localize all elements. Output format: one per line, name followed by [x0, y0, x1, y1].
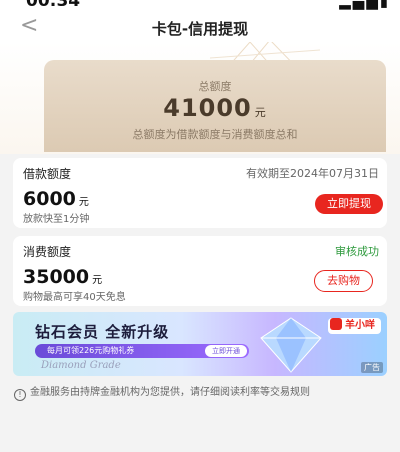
diamond-icon [260, 317, 322, 373]
footer-disclaimer: ! 金融服务由持牌金融机构为您提供，请仔细阅读利率等交易规则 [14, 383, 310, 401]
consumer-limit-card: 消费额度 审核成功 35000 元 购物最高可享40天免息 去购物 [13, 236, 387, 306]
total-limit-amount: 41000 元 [44, 94, 386, 122]
banner-title: 钻石会员 全新升级 [35, 323, 170, 341]
loan-limit-title: 借款额度 [23, 167, 72, 181]
consumer-subtitle: 购物最高可享40天免息 [23, 292, 126, 303]
loan-amount-value: 6000 [23, 188, 76, 210]
withdraw-now-button[interactable]: 立即提现 [315, 194, 383, 214]
total-limit-card: 总额度 41000 元 总额度为借款额度与消费额度总和 [44, 60, 386, 152]
loan-limit-card: 借款额度 有效期至2024年07月31日 6000 元 放款快至1分钟 立即提现 [13, 158, 387, 228]
page-title: 卡包-信用提现 [151, 20, 249, 38]
banner-offer-text: 每月可领226元购物礼券 [47, 346, 135, 355]
total-limit-label: 总额度 [198, 80, 232, 93]
ad-tag: 广告 [361, 362, 383, 373]
go-shopping-button[interactable]: 去购物 [314, 270, 373, 292]
total-amount-unit: 元 [254, 106, 267, 119]
total-limit-description: 总额度为借款额度与消费额度总和 [132, 128, 298, 141]
brand-name: 羊小咩 [345, 320, 375, 331]
brand-logo-icon [330, 318, 342, 330]
nav-bar: < 卡包-信用提现 [0, 12, 400, 42]
status-time: 00:34 [26, 0, 81, 11]
consumer-amount: 35000 元 [23, 266, 102, 288]
consumer-amount-unit: 元 [92, 275, 103, 286]
hero-section: 总额度 41000 元 总额度为借款额度与消费额度总和 [0, 42, 400, 154]
footer-note-text: 金融服务由持牌金融机构为您提供，请仔细阅读利率等交易规则 [30, 387, 310, 398]
consumer-amount-value: 35000 [23, 266, 90, 288]
review-status-badge: 审核成功 [335, 245, 379, 258]
loan-amount: 6000 元 [23, 188, 89, 210]
activate-now-button[interactable]: 立即开通 [205, 345, 247, 357]
loan-subtitle: 放款快至1分钟 [23, 214, 90, 225]
loan-validity: 有效期至2024年07月31日 [246, 167, 379, 180]
brand-logo: 羊小咩 [328, 318, 381, 334]
info-icon: ! [14, 389, 26, 401]
banner-script-text: Diamond Grade [41, 360, 121, 371]
consumer-limit-title: 消费额度 [23, 245, 72, 259]
status-icons: ▂▄▆▮ [339, 0, 390, 10]
status-bar: 00:34 ▂▄▆▮ [0, 0, 400, 12]
signal-icon: ▂▄▆ [339, 0, 380, 10]
battery-icon: ▮ [379, 0, 390, 10]
total-amount-value: 41000 [163, 94, 252, 122]
banner-offer-pill[interactable]: 每月可领226元购物礼券 立即开通 [35, 344, 249, 358]
diamond-member-banner[interactable]: 钻石会员 全新升级 每月可领226元购物礼券 立即开通 Diamond Grad… [13, 312, 387, 376]
loan-amount-unit: 元 [78, 197, 89, 208]
